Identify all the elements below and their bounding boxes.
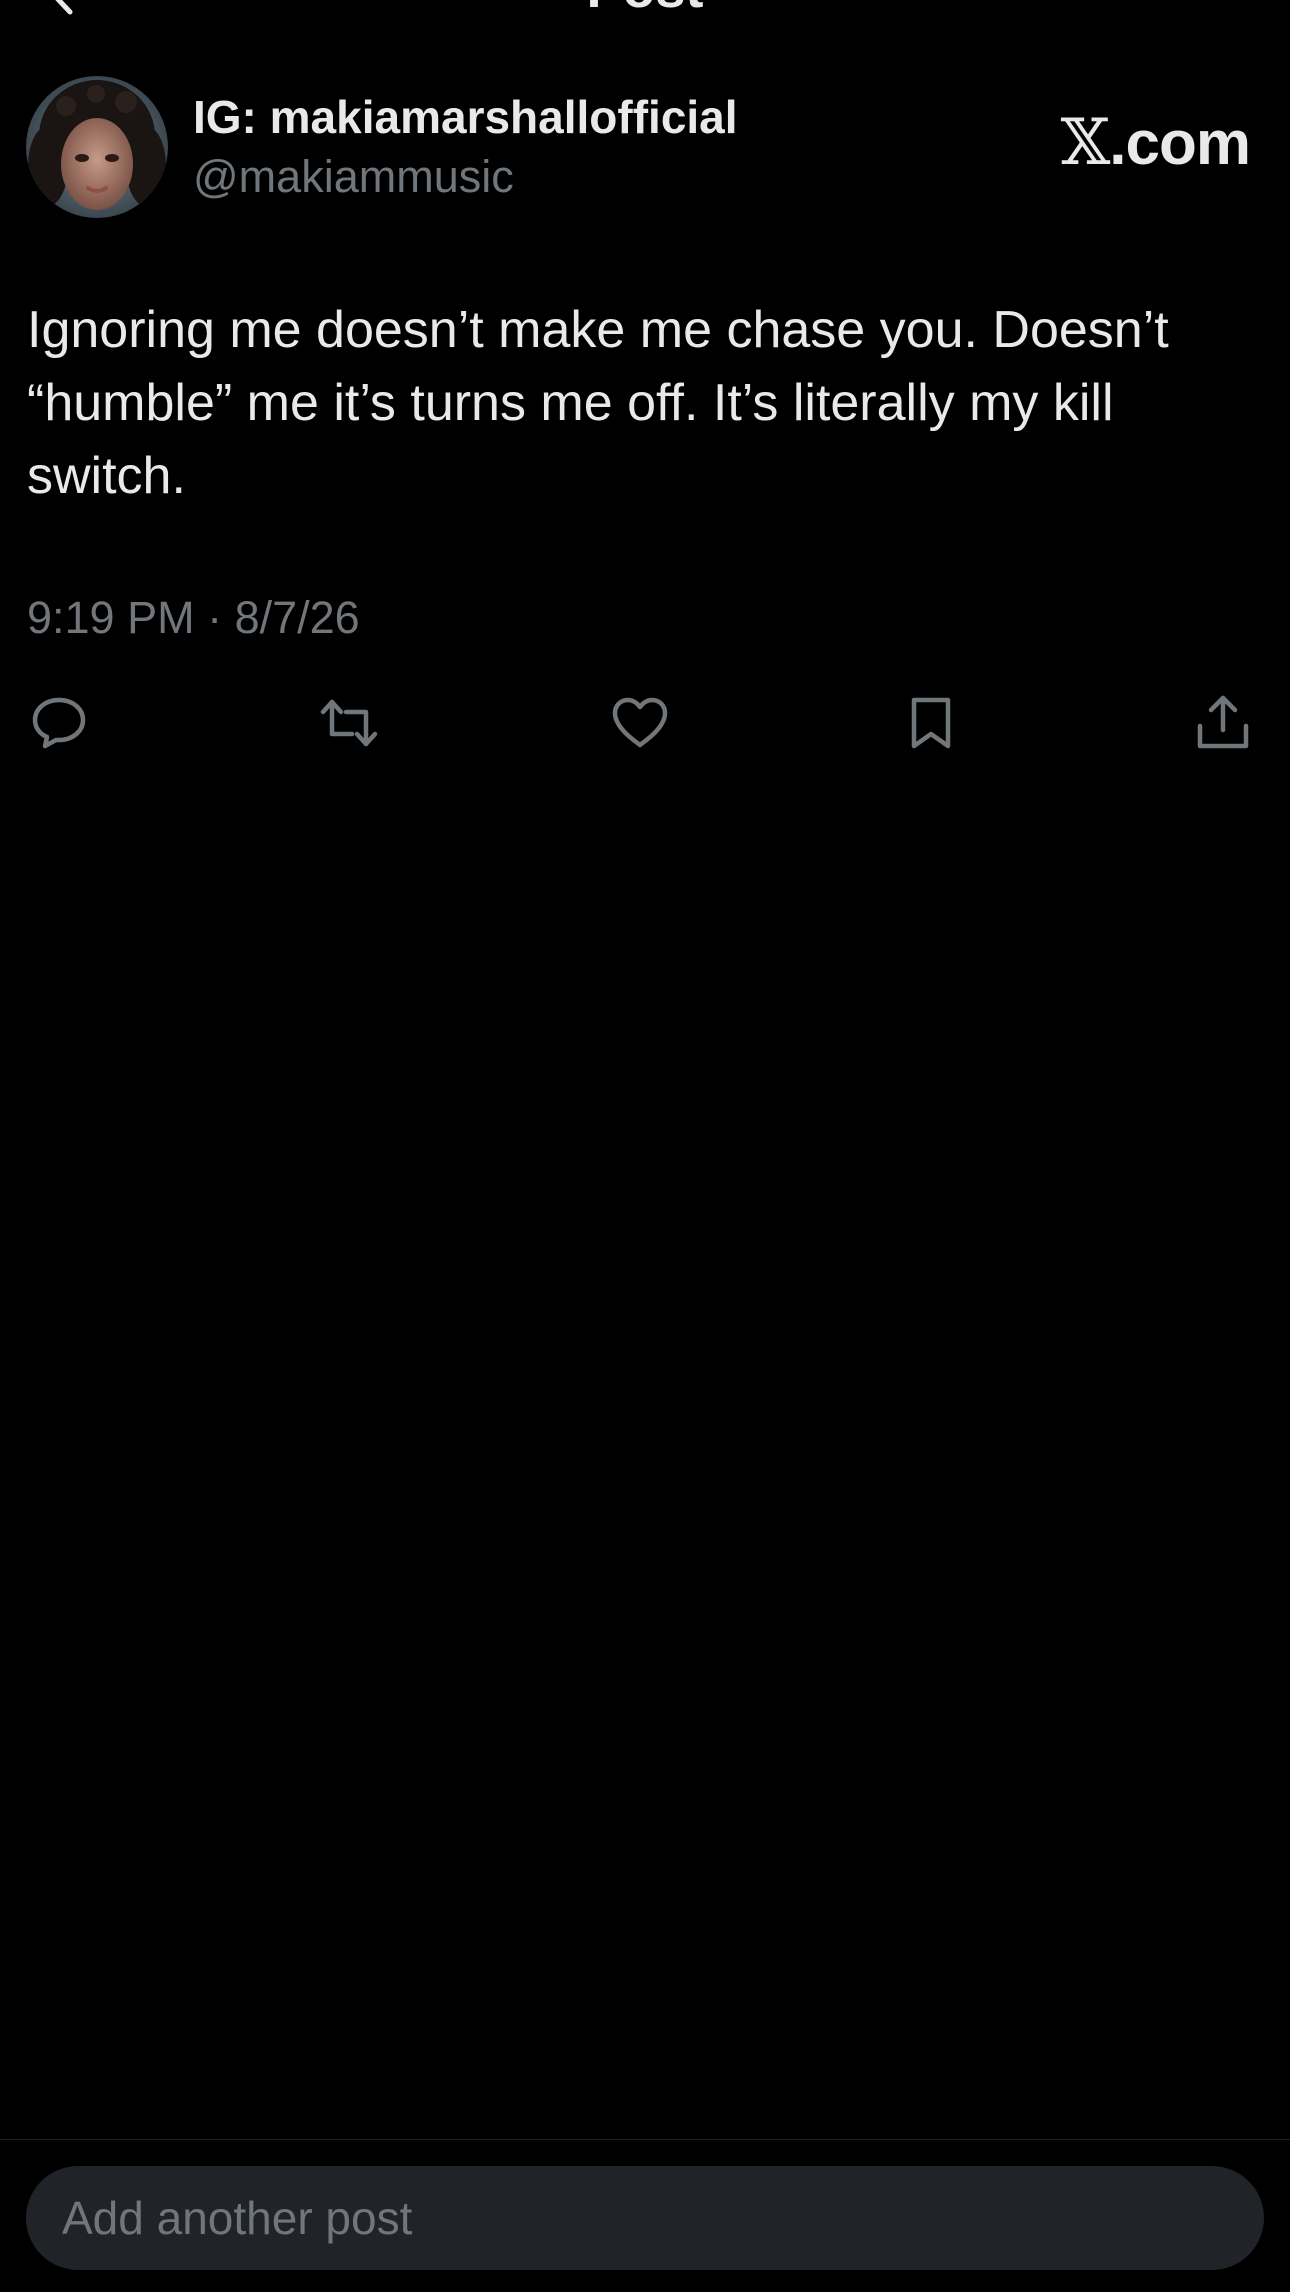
post-author: IG: makiamarshallofficial @makiammusic 𝕏… [26, 76, 1266, 222]
post-timestamp[interactable]: 9:19 PM · 8/7/26 [27, 592, 360, 644]
action-bar [0, 690, 1290, 760]
like-button[interactable] [607, 690, 673, 756]
avatar-image [26, 76, 168, 218]
add-post-input[interactable] [26, 2166, 1264, 2270]
bookmark-icon [911, 697, 951, 749]
composer-divider [0, 2139, 1290, 2140]
x-logo-icon: 𝕏 [1060, 106, 1111, 180]
like-icon [612, 697, 668, 748]
share-button[interactable] [1190, 690, 1256, 756]
repost-icon [320, 699, 378, 747]
page-title: Post [0, 0, 1290, 20]
brand-watermark: 𝕏.com [1060, 106, 1251, 180]
bookmark-button[interactable] [898, 690, 964, 756]
reply-button[interactable] [26, 690, 92, 756]
brand-suffix: .com [1109, 109, 1251, 178]
top-bar: Post [0, 0, 1290, 30]
share-icon [1197, 695, 1249, 749]
reply-icon [32, 697, 86, 749]
repost-button[interactable] [316, 690, 382, 756]
avatar[interactable] [26, 76, 168, 218]
post-text: Ignoring me doesn’t make me chase you. D… [27, 301, 1169, 505]
user-handle[interactable]: @makiammusic [193, 151, 514, 203]
display-name[interactable]: IG: makiamarshallofficial [193, 90, 738, 144]
